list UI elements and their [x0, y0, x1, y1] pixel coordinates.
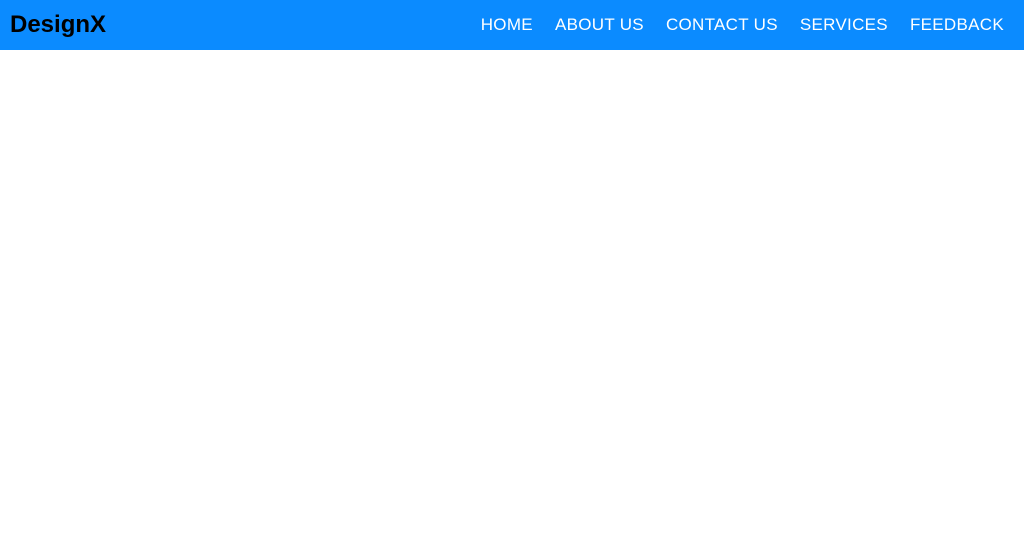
nav-feedback[interactable]: FEEDBACK — [910, 15, 1004, 35]
nav-about-us[interactable]: ABOUT US — [555, 15, 644, 35]
nav-links: HOME ABOUT US CONTACT US SERVICES FEEDBA… — [481, 15, 1004, 35]
site-logo[interactable]: DesignX — [10, 11, 106, 39]
navbar: DesignX HOME ABOUT US CONTACT US SERVICE… — [0, 0, 1024, 50]
nav-services[interactable]: SERVICES — [800, 15, 888, 35]
nav-home[interactable]: HOME — [481, 15, 533, 35]
nav-contact-us[interactable]: CONTACT US — [666, 15, 778, 35]
